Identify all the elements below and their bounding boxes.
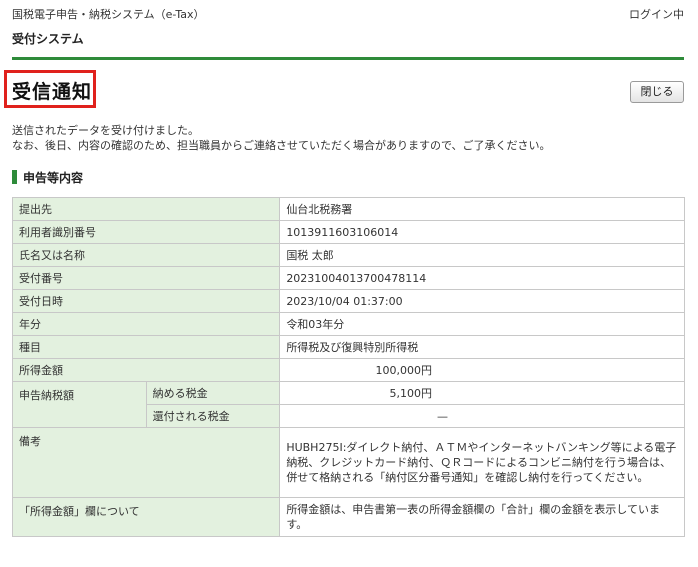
- income-value: 100,000円: [279, 358, 685, 382]
- user-id-label: 利用者識別番号: [11, 220, 281, 244]
- notice-line-2: なお、後日、内容の確認のため、担当職員からご連絡させていただく場合がありますので…: [12, 139, 551, 152]
- tax-type-label: 種目: [11, 335, 281, 359]
- table-row: 「所得金額」欄について 所得金額は、申告書第一表の所得金額欄の「合計」欄の金額を…: [11, 497, 685, 537]
- subsystem-name: 受付システム: [12, 32, 84, 46]
- table-row: 利用者識別番号 1013911603106014: [11, 220, 685, 244]
- declared-tax-label: 申告納税額: [12, 381, 147, 428]
- table-row: 受付番号 20231004013700478114: [11, 266, 685, 290]
- office-value: 仙台北税務署: [279, 197, 685, 221]
- remarks-label: 備考: [11, 427, 281, 498]
- tax-type-value: 所得税及び復興特別所得税: [279, 335, 685, 359]
- section-marker: [12, 170, 17, 184]
- login-status: ログイン中: [629, 8, 684, 21]
- table-row: 所得金額 100,000円: [11, 358, 685, 382]
- tax-refund-label: 還付される税金: [145, 404, 281, 428]
- notice-line-1: 送信されたデータを受け付けました。: [12, 124, 199, 137]
- table-row: 種目 所得税及び復興特別所得税: [11, 335, 685, 359]
- user-id-value: 1013911603106014: [279, 220, 685, 244]
- receipt-number-label: 受付番号: [11, 266, 281, 290]
- table-row: 申告納税額 納める税金 5,100円: [12, 381, 685, 428]
- section-title: 申告等内容: [23, 171, 84, 185]
- table-row: 年分 令和03年分: [11, 312, 685, 336]
- header-divider: [12, 57, 684, 60]
- page-title: 受信通知: [12, 81, 93, 103]
- office-label: 提出先: [11, 197, 281, 221]
- tax-payable-value: 5,100円: [279, 381, 685, 405]
- name-label: 氏名又は名称: [11, 243, 281, 267]
- receipt-datetime-value: 2023/10/04 01:37:00: [279, 289, 685, 313]
- income-note-label: 「所得金額」欄について: [11, 497, 281, 537]
- tax-refund-value: —: [279, 404, 685, 428]
- notice-message: 送信されたデータを受け付けました。 なお、後日、内容の確認のため、担当職員からご…: [12, 123, 551, 153]
- remarks-value: HUBH275I:ダイレクト納付、ＡＴＭやインターネットバンキング等による電子納…: [279, 427, 685, 498]
- top-bar: 国税電子申告・納税システム（e-Tax） ログイン中: [12, 6, 684, 22]
- income-note-value: 所得金額は、申告書第一表の所得金額欄の「合計」欄の金額を表示しています。: [279, 497, 685, 537]
- income-label: 所得金額: [11, 358, 281, 382]
- year-label: 年分: [11, 312, 281, 336]
- details-table: 提出先 仙台北税務署 利用者識別番号 1013911603106014 氏名又は…: [11, 197, 685, 537]
- receipt-number-value: 20231004013700478114: [279, 266, 685, 290]
- table-row: 提出先 仙台北税務署: [11, 197, 685, 221]
- table-row: 備考 HUBH275I:ダイレクト納付、ＡＴＭやインターネットバンキング等による…: [11, 427, 685, 498]
- close-button[interactable]: 閉じる: [630, 81, 684, 103]
- tax-payable-label: 納める税金: [145, 381, 281, 405]
- table-row: 受付日時 2023/10/04 01:37:00: [11, 289, 685, 313]
- name-value: 国税 太郎: [279, 243, 685, 267]
- receipt-datetime-label: 受付日時: [11, 289, 281, 313]
- year-value: 令和03年分: [279, 312, 685, 336]
- system-name: 国税電子申告・納税システム（e-Tax）: [12, 8, 205, 21]
- table-row: 氏名又は名称 国税 太郎: [11, 243, 685, 267]
